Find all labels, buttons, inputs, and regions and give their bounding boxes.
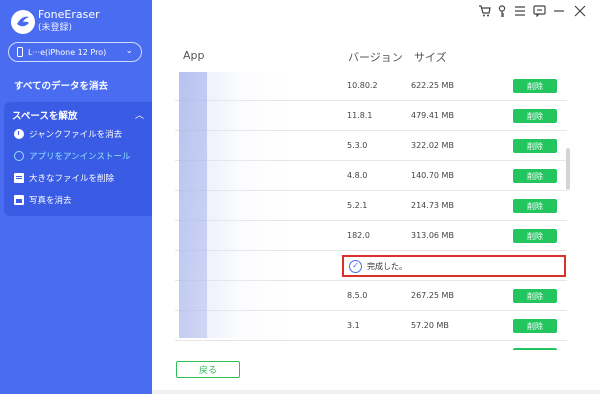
sidebar-item-photos[interactable]: 写真を消去 [14,194,72,206]
app-version: 3.1 [347,321,360,330]
app-names-blurred [179,72,289,338]
chevron-up-icon[interactable]: ︿ [135,108,144,121]
app-version: 182.0 [347,231,370,240]
app-icon [14,151,24,161]
sidebar-item-uninstall-apps[interactable]: アプリをアンインストール [14,150,131,162]
delete-button[interactable]: 削除 [513,169,557,183]
delete-button[interactable]: 削除 [513,319,557,333]
delete-button[interactable]: 削除 [513,229,557,243]
sidebar-item-free-space[interactable]: スペースを解放 [12,108,77,122]
sidebar-item-label: アプリをアンインストール [29,152,131,162]
app-version: 11.8.1 [347,111,373,120]
scrollbar[interactable] [566,148,570,190]
sidebar-item-label: 写真を消去 [29,196,72,206]
check-circle-icon: ✓ [349,259,362,273]
file-icon [14,173,24,183]
app-size: 479.41 MB [411,111,454,120]
close-icon[interactable] [572,5,588,20]
sidebar-item-erase-all[interactable]: すべてのデータを消去 [14,78,108,92]
app-name: FoneEraser [38,8,100,21]
app-size: 313.06 MB [411,231,454,240]
column-header-version: バージョン [348,51,403,64]
app-version: 5.2.1 [347,201,368,210]
cart-icon[interactable] [476,5,492,20]
feedback-icon[interactable] [531,5,547,20]
minimize-icon[interactable] [551,5,567,20]
phone-icon [17,47,23,57]
app-size: 214.73 MB [411,201,454,210]
completed-text: 完成した。 [367,261,407,271]
menu-icon[interactable] [512,5,528,20]
delete-button[interactable]: 削除 [513,289,557,303]
chevron-down-icon: ⌄ [125,46,133,56]
delete-button[interactable]: 削除 [513,139,557,153]
app-version: 8.5.0 [347,291,368,300]
device-label: L···e(iPhone 12 Pro) [28,47,107,57]
broom-clock-icon [14,129,24,139]
delete-button[interactable]: 削除 [513,79,557,93]
app-version: 5.3.0 [347,141,368,150]
app-version: 10.80.2 [347,81,378,90]
window-bottom-edge [152,390,600,394]
app-size: 622.25 MB [411,81,454,90]
device-selector[interactable]: L···e(iPhone 12 Pro) ⌄ [8,42,142,62]
column-header-app: App [183,49,205,62]
sidebar-item-large-files[interactable]: 大きなファイルを削除 [14,172,114,184]
sidebar-item-label: 大きなファイルを削除 [29,174,115,184]
registration-status: (未登録) [38,23,73,33]
column-header-size: サイズ [414,51,447,64]
app-logo-icon [11,10,35,34]
delete-button-partial[interactable] [513,348,557,350]
app-size: 57.20 MB [411,321,449,330]
back-button[interactable]: 戻る [176,361,240,378]
delete-button[interactable]: 削除 [513,199,557,213]
key-icon[interactable] [494,5,510,21]
app-size: 267.25 MB [411,291,454,300]
app-size: 322.02 MB [411,141,454,150]
table-row-partial [175,342,567,350]
completed-status: ✓ 完成した。 [342,255,566,277]
app-version: 4.8.0 [347,171,368,180]
sidebar-item-label: ジャンクファイルを消去 [29,130,123,140]
photo-icon [14,195,24,205]
sidebar: FoneEraser (未登録) L···e(iPhone 12 Pro) ⌄ … [0,0,152,394]
app-size: 140.70 MB [411,171,454,180]
delete-button[interactable]: 削除 [513,109,557,123]
sidebar-item-junk[interactable]: ジャンクファイルを消去 [14,128,122,140]
